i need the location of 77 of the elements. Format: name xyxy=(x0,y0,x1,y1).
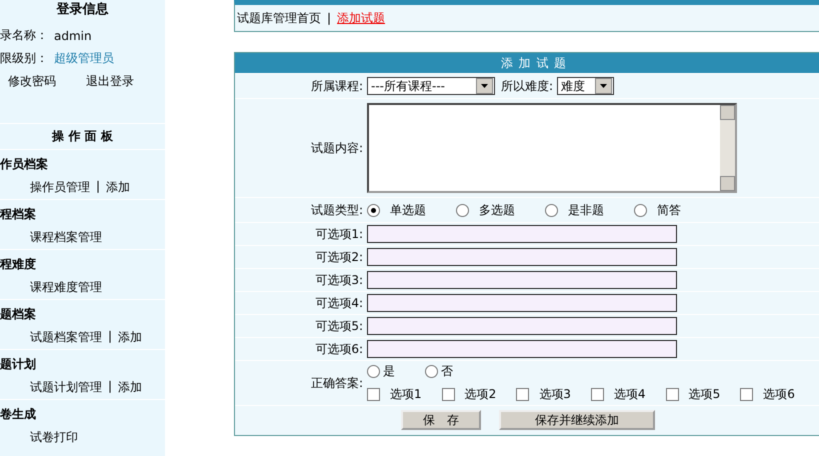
menu-link[interactable]: 课程档案管理 xyxy=(30,229,102,246)
radio-label: 多选题 xyxy=(479,202,515,218)
breadcrumb-link[interactable]: 添加试题 xyxy=(337,10,386,26)
menu-link[interactable]: 添加 xyxy=(118,329,142,346)
section-title: 题档案 xyxy=(0,299,165,326)
separator: | xyxy=(108,379,112,395)
option-input[interactable] xyxy=(367,225,677,243)
radio-button[interactable] xyxy=(367,364,380,378)
radio-label: 是 xyxy=(383,362,395,380)
field-label: 可选项1: xyxy=(314,226,364,242)
difficulty-select[interactable]: 难度 xyxy=(557,77,614,95)
separator: | xyxy=(327,11,332,25)
menu-link[interactable]: 试题档案管理 xyxy=(30,329,102,346)
option-input[interactable] xyxy=(367,340,677,358)
section-title: 题计划 xyxy=(0,349,165,376)
checkbox[interactable] xyxy=(666,388,679,400)
option-input[interactable] xyxy=(367,317,677,335)
field-label: 可选项4: xyxy=(314,294,364,312)
checkbox-label: 选项5 xyxy=(688,386,720,402)
menu-link[interactable]: 课程难度管理 xyxy=(30,279,102,296)
save-continue-button[interactable]: 保存并继续添加 xyxy=(499,410,655,430)
panel-title: 操 作 面 板 xyxy=(0,123,165,149)
radio-button[interactable] xyxy=(545,204,558,216)
option-input[interactable] xyxy=(367,294,677,312)
checkbox-label: 选项1 xyxy=(390,386,422,402)
radio-button[interactable] xyxy=(367,204,380,216)
menu-link[interactable]: 试卷打印 xyxy=(30,429,78,446)
save-button[interactable]: 保 存 xyxy=(401,410,481,430)
separator: | xyxy=(96,179,100,195)
field-label: 可选项5: xyxy=(314,318,364,334)
form-title: 添 加 试 题 xyxy=(235,53,819,74)
radio-label: 是非题 xyxy=(568,202,604,218)
role-label: 限级别： xyxy=(0,50,48,67)
section-title: 程档案 xyxy=(0,199,165,226)
radio-label: 简答 xyxy=(657,202,681,218)
field-label: 可选项6: xyxy=(314,340,364,358)
radio-button[interactable] xyxy=(425,364,438,378)
caret-icon xyxy=(476,78,493,94)
checkbox[interactable] xyxy=(740,388,754,400)
content-textarea[interactable] xyxy=(367,103,737,193)
checkbox[interactable] xyxy=(442,388,455,400)
checkbox-label: 选项6 xyxy=(763,386,795,402)
separator: | xyxy=(108,329,112,345)
course-select[interactable]: ---所有课程--- xyxy=(367,77,495,95)
checkbox[interactable] xyxy=(516,388,530,400)
checkbox-label: 选项4 xyxy=(614,386,646,402)
menu-link[interactable]: 添加 xyxy=(106,179,130,196)
field-label: 可选项2: xyxy=(314,248,364,266)
radio-button[interactable] xyxy=(456,204,469,216)
role-value: 超级管理员 xyxy=(54,50,114,67)
radio-label: 否 xyxy=(441,362,453,380)
caret-icon xyxy=(595,78,612,94)
option-input[interactable] xyxy=(367,248,677,266)
account-link[interactable]: 修改密码 xyxy=(8,73,56,90)
sidebar-heading: 登录信息 xyxy=(55,1,110,19)
checkbox[interactable] xyxy=(590,388,604,400)
menu-link[interactable]: 试题计划管理 xyxy=(30,379,102,396)
checkbox-label: 选项3 xyxy=(539,386,571,402)
field-label: 可选项3: xyxy=(314,272,364,288)
field-label: 正确答案: xyxy=(310,374,364,392)
breadcrumb-link[interactable]: 试题库管理首页 xyxy=(237,10,321,26)
checkbox-label: 选项2 xyxy=(464,386,496,402)
radio-label: 单选题 xyxy=(390,202,426,218)
section-title: 程难度 xyxy=(0,249,165,276)
field-label: 试题内容: xyxy=(310,140,364,156)
section-title: 卷生成 xyxy=(0,399,165,426)
option-input[interactable] xyxy=(367,271,677,289)
menu-link[interactable]: 操作员管理 xyxy=(30,179,90,196)
field-label: 试题类型: xyxy=(310,202,364,218)
checkbox[interactable] xyxy=(367,388,380,400)
field-label: 所属课程: xyxy=(310,78,364,94)
account-link[interactable]: 退出登录 xyxy=(86,73,134,90)
radio-button[interactable] xyxy=(634,204,647,216)
menu-link[interactable]: 添加 xyxy=(118,379,142,396)
username-value: admin xyxy=(54,28,92,42)
username-label: 录名称： xyxy=(0,27,48,44)
field-label: 所以难度: xyxy=(501,78,554,94)
